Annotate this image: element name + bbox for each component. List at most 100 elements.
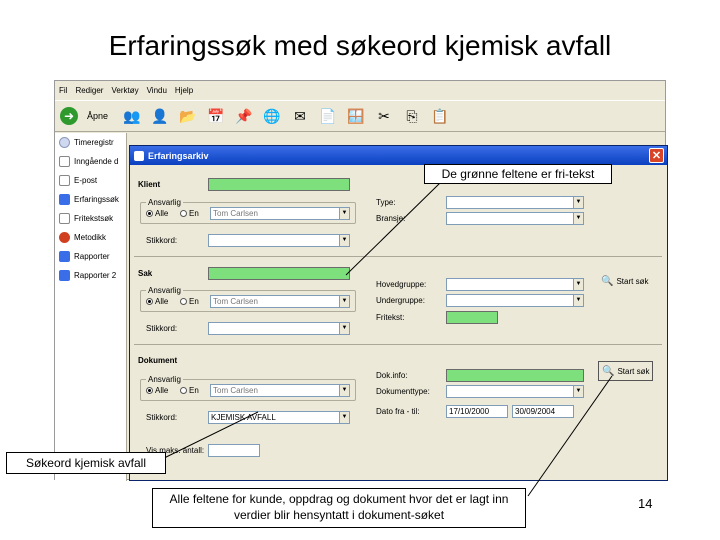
- dokument-dokumenttype-select[interactable]: ▼: [446, 385, 584, 398]
- menu-file[interactable]: Fil: [59, 86, 67, 95]
- sak-radio-alle[interactable]: Alle: [146, 297, 168, 306]
- sak-undergruppe-select[interactable]: ▼: [446, 294, 584, 307]
- chevron-down-icon[interactable]: ▼: [339, 412, 349, 423]
- klient-name-field[interactable]: [208, 178, 350, 191]
- chevron-down-icon[interactable]: ▼: [339, 235, 349, 246]
- radio-icon: [180, 298, 187, 306]
- klient-bransje-label: Bransje:: [376, 214, 406, 223]
- slide-title: Erfaringssøk med søkeord kjemisk avfall: [108, 30, 612, 61]
- dokument-radio-en[interactable]: En: [180, 386, 199, 395]
- vis-maks-input[interactable]: [208, 444, 260, 457]
- sak-stikkord-label: Stikkord:: [146, 324, 178, 333]
- klient-ansvarlig-select[interactable]: Tom Carlsen ▼: [210, 207, 350, 220]
- dokument-heading: Dokument: [138, 356, 178, 365]
- radio-selected-icon: [146, 298, 153, 306]
- text-search-icon: [59, 213, 70, 224]
- stamp-icon[interactable]: 📌: [232, 104, 256, 128]
- radio-icon: [180, 210, 187, 218]
- sak-fritekst-field[interactable]: [446, 311, 498, 324]
- window-icon: [134, 150, 144, 161]
- chevron-down-icon[interactable]: ▼: [339, 385, 349, 396]
- dokument-ansvarlig-legend: Ansvarlig: [146, 375, 183, 384]
- open-button-label[interactable]: Åpne: [87, 111, 108, 121]
- klient-radio-alle[interactable]: Alle: [146, 209, 168, 218]
- sidebar-item-rapporter-2[interactable]: Rapporter 2: [55, 266, 126, 285]
- klient-ansvarlig-legend: Ansvarlig: [146, 198, 183, 207]
- sidebar-item-metodikk[interactable]: Metodikk: [55, 228, 126, 247]
- klient-radio-en[interactable]: En: [180, 209, 199, 218]
- chevron-down-icon[interactable]: ▼: [573, 386, 583, 397]
- dokument-ansvarlig-select[interactable]: Tom Carlsen ▼: [210, 384, 350, 397]
- chevron-down-icon[interactable]: ▼: [573, 213, 583, 224]
- dokument-dato-fra-input[interactable]: 17/10/2000: [446, 405, 508, 418]
- dokument-stikkord-label: Stikkord:: [146, 413, 178, 422]
- sidebar-item-fritekstsok[interactable]: Fritekstsøk: [55, 209, 126, 228]
- toolbar: ➜ Åpne 👥 👤 📂 📅 📌 🌐 ✉ 📄 🪟 ✂ ⎘ 📋: [55, 100, 665, 132]
- chevron-down-icon[interactable]: ▼: [573, 295, 583, 306]
- globe-mail-icon[interactable]: 🌐: [260, 104, 284, 128]
- chevron-down-icon[interactable]: ▼: [573, 279, 583, 290]
- window-titlebar[interactable]: Erfaringsarkiv ✕: [130, 146, 667, 165]
- klient-bransje-select[interactable]: ▼: [446, 212, 584, 225]
- dokument-dokinfo-label: Dok.info:: [376, 371, 408, 380]
- sak-ansvarlig-legend: Ansvarlig: [146, 286, 183, 295]
- sak-ansvarlig-select[interactable]: Tom Carlsen ▼: [210, 295, 350, 308]
- radio-selected-icon: [146, 210, 153, 218]
- radio-icon: [180, 387, 187, 395]
- method-icon: [59, 232, 70, 243]
- archive-icon: [59, 194, 70, 205]
- dokument-dato-label: Dato fra - til:: [376, 407, 420, 416]
- dokument-search-button[interactable]: 🔍 Start søk: [598, 361, 654, 381]
- envelope-icon[interactable]: ✉: [288, 104, 312, 128]
- sidebar-item-rapporter[interactable]: Rapporter: [55, 247, 126, 266]
- callout-green-fields: De grønne feltene er fri-tekst: [424, 164, 612, 184]
- section-divider: [134, 256, 662, 257]
- monitor-icon: [59, 270, 70, 281]
- document-icon: [59, 156, 70, 167]
- document-icon[interactable]: 📄: [316, 104, 340, 128]
- mail-icon: [59, 175, 70, 186]
- sak-search-button[interactable]: 🔍 Start søk: [598, 271, 651, 291]
- sak-name-field[interactable]: [208, 267, 350, 280]
- application-window: Fil Rediger Verktøy Vindu Hjelp ➜ Åpne 👥…: [54, 80, 668, 481]
- users-icon[interactable]: 👥: [120, 104, 144, 128]
- dokument-radio-alle[interactable]: Alle: [146, 386, 168, 395]
- klient-stikkord-label: Stikkord:: [146, 236, 178, 245]
- open-button[interactable]: ➜: [57, 104, 81, 128]
- menu-tools[interactable]: Verktøy: [111, 86, 138, 95]
- sidebar-item-epost[interactable]: E-post: [55, 171, 126, 190]
- folder-icon[interactable]: 📂: [176, 104, 200, 128]
- calendar-icon[interactable]: 📅: [204, 104, 228, 128]
- sak-radio-en[interactable]: En: [180, 297, 199, 306]
- callout-all-fields: Alle feltene for kunde, oppdrag og dokum…: [152, 488, 526, 528]
- chevron-down-icon[interactable]: ▼: [573, 197, 583, 208]
- close-icon[interactable]: ✕: [649, 148, 664, 163]
- copy-icon[interactable]: ⎘: [400, 104, 424, 128]
- callout-keyword: Søkeord kjemisk avfall: [6, 452, 166, 474]
- sidebar: Timeregistr Inngående d E-post Erfarings…: [55, 133, 127, 481]
- chevron-down-icon[interactable]: ▼: [339, 208, 349, 219]
- dokument-dato-til-input[interactable]: 30/09/2004: [512, 405, 574, 418]
- radio-selected-icon: [146, 387, 153, 395]
- dokument-dokinfo-field[interactable]: [446, 369, 584, 382]
- paste-icon[interactable]: 📋: [428, 104, 452, 128]
- menu-help[interactable]: Hjelp: [175, 86, 193, 95]
- sak-heading: Sak: [138, 269, 153, 278]
- user-check-icon[interactable]: 👤: [148, 104, 172, 128]
- klient-type-label: Type:: [376, 198, 396, 207]
- windows-icon[interactable]: 🪟: [344, 104, 368, 128]
- sidebar-item-timeregistrering[interactable]: Timeregistr: [55, 133, 126, 152]
- klient-stikkord-select[interactable]: ▼: [208, 234, 350, 247]
- chevron-down-icon[interactable]: ▼: [339, 296, 349, 307]
- sak-stikkord-select[interactable]: ▼: [208, 322, 350, 335]
- dokument-stikkord-select[interactable]: KJEMISK AVFALL ▼: [208, 411, 350, 424]
- menu-edit[interactable]: Rediger: [75, 86, 103, 95]
- sidebar-item-innkommende[interactable]: Inngående d: [55, 152, 126, 171]
- section-divider: [134, 344, 662, 345]
- chevron-down-icon[interactable]: ▼: [339, 323, 349, 334]
- klient-type-select[interactable]: ▼: [446, 196, 584, 209]
- sidebar-item-erfaringssok[interactable]: Erfaringssøk: [55, 190, 126, 209]
- scissors-icon[interactable]: ✂: [372, 104, 396, 128]
- sak-hovedgruppe-select[interactable]: ▼: [446, 278, 584, 291]
- menu-window[interactable]: Vindu: [147, 86, 167, 95]
